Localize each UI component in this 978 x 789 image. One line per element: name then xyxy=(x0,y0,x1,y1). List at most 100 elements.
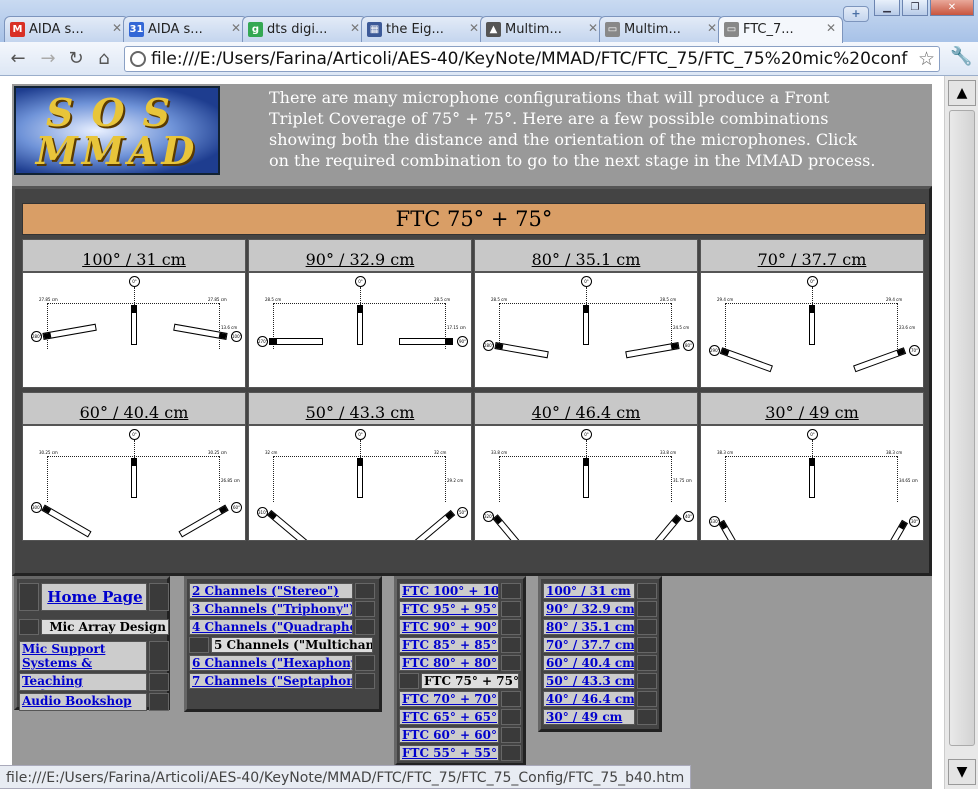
channels_menu-link[interactable]: 2 Channels ("Stereo") xyxy=(192,584,339,598)
home-page-link-text[interactable]: Home Page xyxy=(47,588,142,606)
channels_menu-link[interactable]: 3 Channels ("Triphony") xyxy=(192,602,352,616)
config_menu-link[interactable]: 30° / 49 cm xyxy=(546,710,622,724)
ftc_menu-link[interactable]: FTC 95° + 95° xyxy=(402,602,497,616)
config_menu-link[interactable]: 50° / 43.3 cm xyxy=(546,674,634,688)
mic-diagram[interactable]: 0° 28.5 cm 28.5 cm 24.5 cm 280° 80° xyxy=(474,272,698,388)
config-label[interactable]: 100° / 31 cm xyxy=(22,239,246,272)
tab-4[interactable]: ▲ Multim... ✕ xyxy=(480,16,605,42)
ftc_menu-link[interactable]: FTC 60° + 60° xyxy=(402,728,497,742)
channels_menu-item[interactable]: 4 Channels ("Quadraphony") xyxy=(189,619,353,635)
channels_menu-link[interactable]: 4 Channels ("Quadraphony") xyxy=(192,620,352,634)
left-menu-item[interactable]: Teaching Software xyxy=(19,673,147,691)
mic-diagram[interactable]: 0° 29.4 cm 29.4 cm 23.6 cm 290° 70° xyxy=(700,272,924,388)
left-menu-item[interactable]: Audio Bookshop xyxy=(19,693,147,711)
config_menu-item[interactable]: 40° / 46.4 cm xyxy=(543,691,635,707)
config-label[interactable]: 70° / 37.7 cm xyxy=(700,239,924,272)
ftc_menu-link[interactable]: FTC 85° + 85° xyxy=(402,638,497,652)
close-tab-icon[interactable]: ✕ xyxy=(588,21,598,35)
ftc_menu-link[interactable]: FTC 55° + 55° xyxy=(402,746,497,760)
back-button[interactable]: ← xyxy=(6,47,30,71)
home-page-link[interactable]: Home Page xyxy=(41,583,147,611)
channels_menu-item[interactable]: 7 Channels ("Septaphony") xyxy=(189,673,353,689)
reload-button[interactable]: ↻ xyxy=(64,47,88,71)
config_menu-item[interactable]: 30° / 49 cm xyxy=(543,709,635,725)
config_menu-link[interactable]: 40° / 46.4 cm xyxy=(546,692,634,706)
ftc_menu-item[interactable]: FTC 65° + 65° xyxy=(399,709,499,725)
maximize-button[interactable]: ❐ xyxy=(902,0,928,16)
config_menu-link[interactable]: 80° / 35.1 cm xyxy=(546,620,634,634)
config-label[interactable]: 60° / 40.4 cm xyxy=(22,392,246,425)
config_menu-item[interactable]: 70° / 37.7 cm xyxy=(543,637,635,653)
ftc_menu-link[interactable]: FTC 90° + 90° xyxy=(402,620,497,634)
mic-diagram[interactable]: 0° 33.8 cm 33.8 cm 31.75 cm 320° 40° xyxy=(474,425,698,541)
left-menu-item[interactable]: Mic Support Systems & Accessories xyxy=(19,641,147,671)
close-tab-icon[interactable]: ✕ xyxy=(112,21,122,35)
ftc_menu-item[interactable]: FTC 70° + 70° xyxy=(399,691,499,707)
tab-6[interactable]: ▭ FTC_7... ✕ xyxy=(718,16,843,43)
left-menu-link[interactable]: Teaching Software xyxy=(22,674,83,690)
config-cell[interactable]: 100° / 31 cm 0° 27.85 cm 27.85 cm 13.6 cm 280… xyxy=(22,239,246,388)
config_menu-item[interactable]: 60° / 40.4 cm xyxy=(543,655,635,671)
config_menu-item[interactable]: 80° / 35.1 cm xyxy=(543,619,635,635)
config_menu-item[interactable]: 100° / 31 cm xyxy=(543,583,635,599)
close-tab-icon[interactable]: ✕ xyxy=(350,21,360,35)
home-button[interactable]: ⌂ xyxy=(92,47,116,71)
close-tab-icon[interactable]: ✕ xyxy=(707,21,717,35)
channels_menu-link[interactable]: 6 Channels ("Hexaphony") xyxy=(192,656,352,670)
left-menu-link[interactable]: Mic Support Systems & Accessories xyxy=(22,642,105,670)
config-cell[interactable]: 50° / 43.3 cm 0° 32 cm 32 cm 29.2 cm 310° 50° xyxy=(248,392,472,541)
config-cell[interactable]: 40° / 46.4 cm 0° 33.8 cm 33.8 cm 31.75 cm 320… xyxy=(474,392,698,541)
close-window-button[interactable]: ✕ xyxy=(930,0,974,16)
mic-diagram[interactable]: 0° 30.25 cm 30.25 cm 26.85 cm 300° 60° xyxy=(22,425,246,541)
tab-3[interactable]: ▦ the Eig... ✕ xyxy=(361,16,486,42)
config-label[interactable]: 80° / 35.1 cm xyxy=(474,239,698,272)
config_menu-link[interactable]: 100° / 31 cm xyxy=(546,584,631,598)
ftc_menu-link[interactable]: FTC 100° + 100° xyxy=(402,584,498,598)
config_menu-link[interactable]: 70° / 37.7 cm xyxy=(546,638,634,652)
config-label[interactable]: 40° / 46.4 cm xyxy=(474,392,698,425)
mic-diagram[interactable]: 0° 28.5 cm 28.5 cm 17.15 cm 270° 90° xyxy=(248,272,472,388)
address-bar[interactable]: file:///E:/Users/Farina/Articoli/AES-40/… xyxy=(124,46,940,72)
ftc_menu-link[interactable]: FTC 65° + 65° xyxy=(402,710,497,724)
minimize-button[interactable]: ▁ xyxy=(874,0,900,16)
ftc_menu-link[interactable]: FTC 70° + 70° xyxy=(402,692,497,706)
ftc_menu-item[interactable]: FTC 85° + 85° xyxy=(399,637,499,653)
ftc_menu-item[interactable]: FTC 80° + 80° xyxy=(399,655,499,671)
bookmark-star-icon[interactable]: ☆ xyxy=(918,48,935,70)
tab-2[interactable]: g dts digi... ✕ xyxy=(242,16,367,42)
config-label[interactable]: 50° / 43.3 cm xyxy=(248,392,472,425)
ftc_menu-item[interactable]: FTC 100° + 100° xyxy=(399,583,499,599)
mic-diagram[interactable]: 0° 27.85 cm 27.85 cm 13.6 cm 280° 100° xyxy=(22,272,246,388)
channels_menu-link[interactable]: 7 Channels ("Septaphony") xyxy=(192,674,352,688)
config-cell[interactable]: 90° / 32.9 cm 0° 28.5 cm 28.5 cm 17.15 cm 270… xyxy=(248,239,472,388)
close-tab-icon[interactable]: ✕ xyxy=(469,21,479,35)
config_menu-link[interactable]: 60° / 40.4 cm xyxy=(546,656,634,670)
vertical-scrollbar[interactable]: ▲ ▼ xyxy=(944,76,978,789)
config-cell[interactable]: 70° / 37.7 cm 0° 29.4 cm 29.4 cm 23.6 cm 290°… xyxy=(700,239,924,388)
config-cell[interactable]: 30° / 49 cm 0° 38.3 cm 38.3 cm 34.65 cm 330° 3… xyxy=(700,392,924,541)
left-menu-link[interactable]: Audio Bookshop xyxy=(22,694,132,708)
ftc_menu-item[interactable]: FTC 60° + 60° xyxy=(399,727,499,743)
tab-1[interactable]: 31 AIDA s... ✕ xyxy=(123,16,248,42)
scroll-up-button[interactable]: ▲ xyxy=(948,80,976,106)
channels_menu-item[interactable]: 3 Channels ("Triphony") xyxy=(189,601,353,617)
config-cell[interactable]: 60° / 40.4 cm 0° 30.25 cm 30.25 cm 26.85 cm 3… xyxy=(22,392,246,541)
forward-button[interactable]: → xyxy=(36,47,60,71)
ftc_menu-link[interactable]: FTC 80° + 80° xyxy=(402,656,497,670)
ftc_menu-item[interactable]: FTC 95° + 95° xyxy=(399,601,499,617)
ftc_menu-item[interactable]: FTC 55° + 55° xyxy=(399,745,499,761)
config_menu-item[interactable]: 50° / 43.3 cm xyxy=(543,673,635,689)
config-cell[interactable]: 80° / 35.1 cm 0° 28.5 cm 28.5 cm 24.5 cm 280°… xyxy=(474,239,698,388)
config_menu-item[interactable]: 90° / 32.9 cm xyxy=(543,601,635,617)
close-tab-icon[interactable]: ✕ xyxy=(826,21,836,35)
tab-0[interactable]: M AIDA s... ✕ xyxy=(4,16,129,42)
channels_menu-item[interactable]: 6 Channels ("Hexaphony") xyxy=(189,655,353,671)
tab-5[interactable]: ▭ Multim... ✕ xyxy=(599,16,724,42)
new-tab-button[interactable]: + xyxy=(843,6,869,22)
channels_menu-item[interactable]: 2 Channels ("Stereo") xyxy=(189,583,353,599)
mic-diagram[interactable]: 0° 32 cm 32 cm 29.2 cm 310° 50° xyxy=(248,425,472,541)
config_menu-link[interactable]: 90° / 32.9 cm xyxy=(546,602,634,616)
wrench-icon[interactable]: 🔧 xyxy=(950,46,972,67)
config-label[interactable]: 90° / 32.9 cm xyxy=(248,239,472,272)
scroll-thumb[interactable] xyxy=(949,110,975,746)
